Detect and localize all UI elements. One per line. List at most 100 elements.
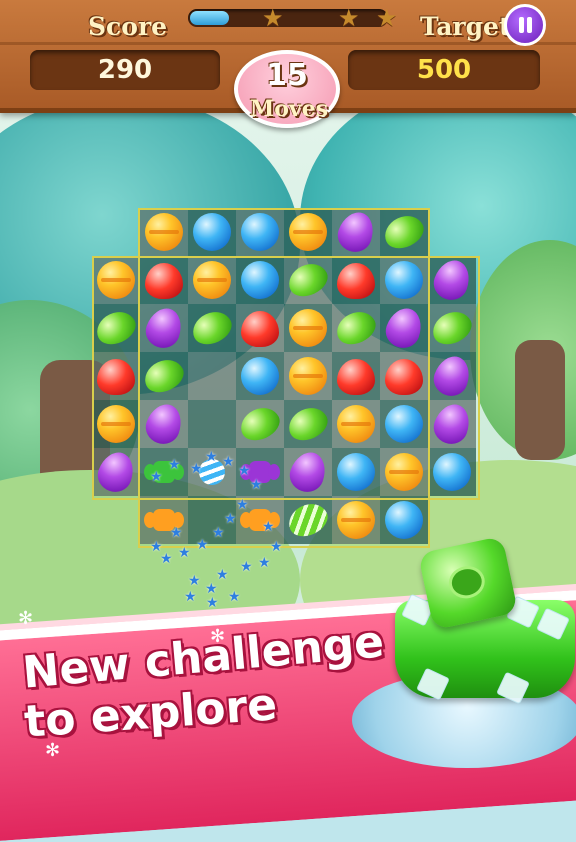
board-cell[interactable] (283, 496, 333, 544)
orange-candy[interactable] (97, 261, 135, 299)
green-candy[interactable] (379, 209, 429, 255)
purple-candy[interactable] (285, 447, 331, 497)
blue-candy[interactable] (385, 405, 423, 443)
sparkle-icon: ★ (222, 454, 235, 470)
board-cell[interactable] (427, 304, 477, 352)
board-cell[interactable] (428, 399, 476, 449)
orange-candy[interactable] (337, 405, 375, 443)
orange-candy[interactable] (289, 309, 327, 347)
pause-button[interactable] (504, 4, 546, 46)
board-cell[interactable] (332, 256, 380, 304)
purple-candy[interactable] (93, 447, 139, 497)
board-cell[interactable] (332, 352, 380, 400)
purple-candy[interactable] (429, 255, 475, 305)
board-cell[interactable] (92, 352, 140, 400)
board-cell[interactable] (332, 400, 380, 448)
blue-candy[interactable] (241, 213, 279, 251)
board-cell[interactable] (187, 304, 237, 352)
green-candy[interactable] (427, 305, 477, 351)
board-cell[interactable] (380, 496, 428, 544)
board-cell[interactable] (140, 303, 188, 353)
green-striped-candy[interactable] (283, 497, 333, 543)
purple-candy[interactable] (141, 399, 187, 449)
orange-candy[interactable] (97, 405, 135, 443)
red-candy[interactable] (337, 359, 375, 395)
blue-candy[interactable] (193, 213, 231, 251)
board-cell[interactable] (283, 256, 333, 304)
orange-candy[interactable] (385, 453, 423, 491)
board-cell[interactable] (236, 352, 284, 400)
green-candy[interactable] (331, 305, 381, 351)
board-cell[interactable] (92, 256, 140, 304)
purple-candy[interactable] (429, 399, 475, 449)
sparkle-icon: ★ (205, 449, 218, 465)
board-cell[interactable] (236, 208, 284, 256)
blue-candy[interactable] (337, 453, 375, 491)
board-cell[interactable] (380, 303, 428, 353)
red-candy[interactable] (337, 263, 375, 299)
board-cell[interactable] (283, 400, 333, 448)
red-candy[interactable] (241, 311, 279, 347)
board-cell[interactable] (428, 255, 476, 305)
board-cell[interactable] (188, 208, 236, 256)
red-candy[interactable] (97, 359, 135, 395)
board-cell[interactable] (284, 208, 332, 256)
orange-candy[interactable] (337, 501, 375, 539)
sparkle-icon: ★ (224, 511, 237, 527)
board-cell[interactable] (428, 351, 476, 401)
blue-candy[interactable] (241, 261, 279, 299)
green-candy[interactable] (235, 401, 285, 447)
board-cell[interactable] (284, 447, 332, 497)
blue-candy[interactable] (433, 453, 471, 491)
board-cell[interactable] (379, 208, 429, 256)
green-candy[interactable] (283, 401, 333, 447)
snowflake-icon: ✻ (18, 608, 34, 629)
board-cell[interactable] (91, 304, 141, 352)
purple-candy[interactable] (141, 303, 187, 353)
orange-candy[interactable] (145, 213, 183, 251)
game-board (91, 207, 482, 548)
red-candy[interactable] (385, 359, 423, 395)
board-cell[interactable] (92, 447, 140, 497)
green-candy[interactable] (91, 305, 141, 351)
target-value: 500 (348, 50, 540, 90)
board-cell[interactable] (380, 256, 428, 304)
board-cell[interactable] (140, 208, 188, 256)
blue-candy[interactable] (385, 261, 423, 299)
purple-candy[interactable] (333, 207, 379, 257)
red-candy[interactable] (145, 263, 183, 299)
board-cell[interactable] (380, 352, 428, 400)
orange-candy[interactable] (289, 213, 327, 251)
board-cell[interactable] (332, 496, 380, 544)
board-cell[interactable] (284, 352, 332, 400)
board-cell[interactable] (139, 352, 189, 400)
board-cell[interactable] (380, 448, 428, 496)
blue-candy[interactable] (241, 357, 279, 395)
board-cell[interactable] (140, 256, 188, 304)
board-cell[interactable] (236, 304, 284, 352)
board-cell[interactable] (428, 448, 476, 496)
orange-candy[interactable] (193, 261, 231, 299)
sparkle-icon: ★ (228, 589, 241, 605)
board-cell[interactable] (380, 400, 428, 448)
board-cell[interactable] (235, 400, 285, 448)
blue-candy[interactable] (385, 501, 423, 539)
green-candy[interactable] (187, 305, 237, 351)
board-cell[interactable] (332, 207, 380, 257)
board-cell[interactable] (331, 304, 381, 352)
moves-value: 15 (266, 58, 308, 93)
purple-candy[interactable] (429, 351, 475, 401)
board-cell[interactable] (188, 400, 236, 448)
board-cell[interactable] (188, 352, 236, 400)
board-cell[interactable] (332, 448, 380, 496)
board-cell[interactable] (236, 256, 284, 304)
green-candy[interactable] (283, 257, 333, 303)
board-cell[interactable] (188, 256, 236, 304)
board-cell[interactable] (284, 304, 332, 352)
orange-candy[interactable] (289, 357, 327, 395)
board-cell[interactable] (140, 399, 188, 449)
board-cell[interactable] (92, 400, 140, 448)
green-candy[interactable] (139, 353, 189, 399)
purple-candy[interactable] (381, 303, 427, 353)
sparkle-icon: ★ (196, 537, 209, 553)
